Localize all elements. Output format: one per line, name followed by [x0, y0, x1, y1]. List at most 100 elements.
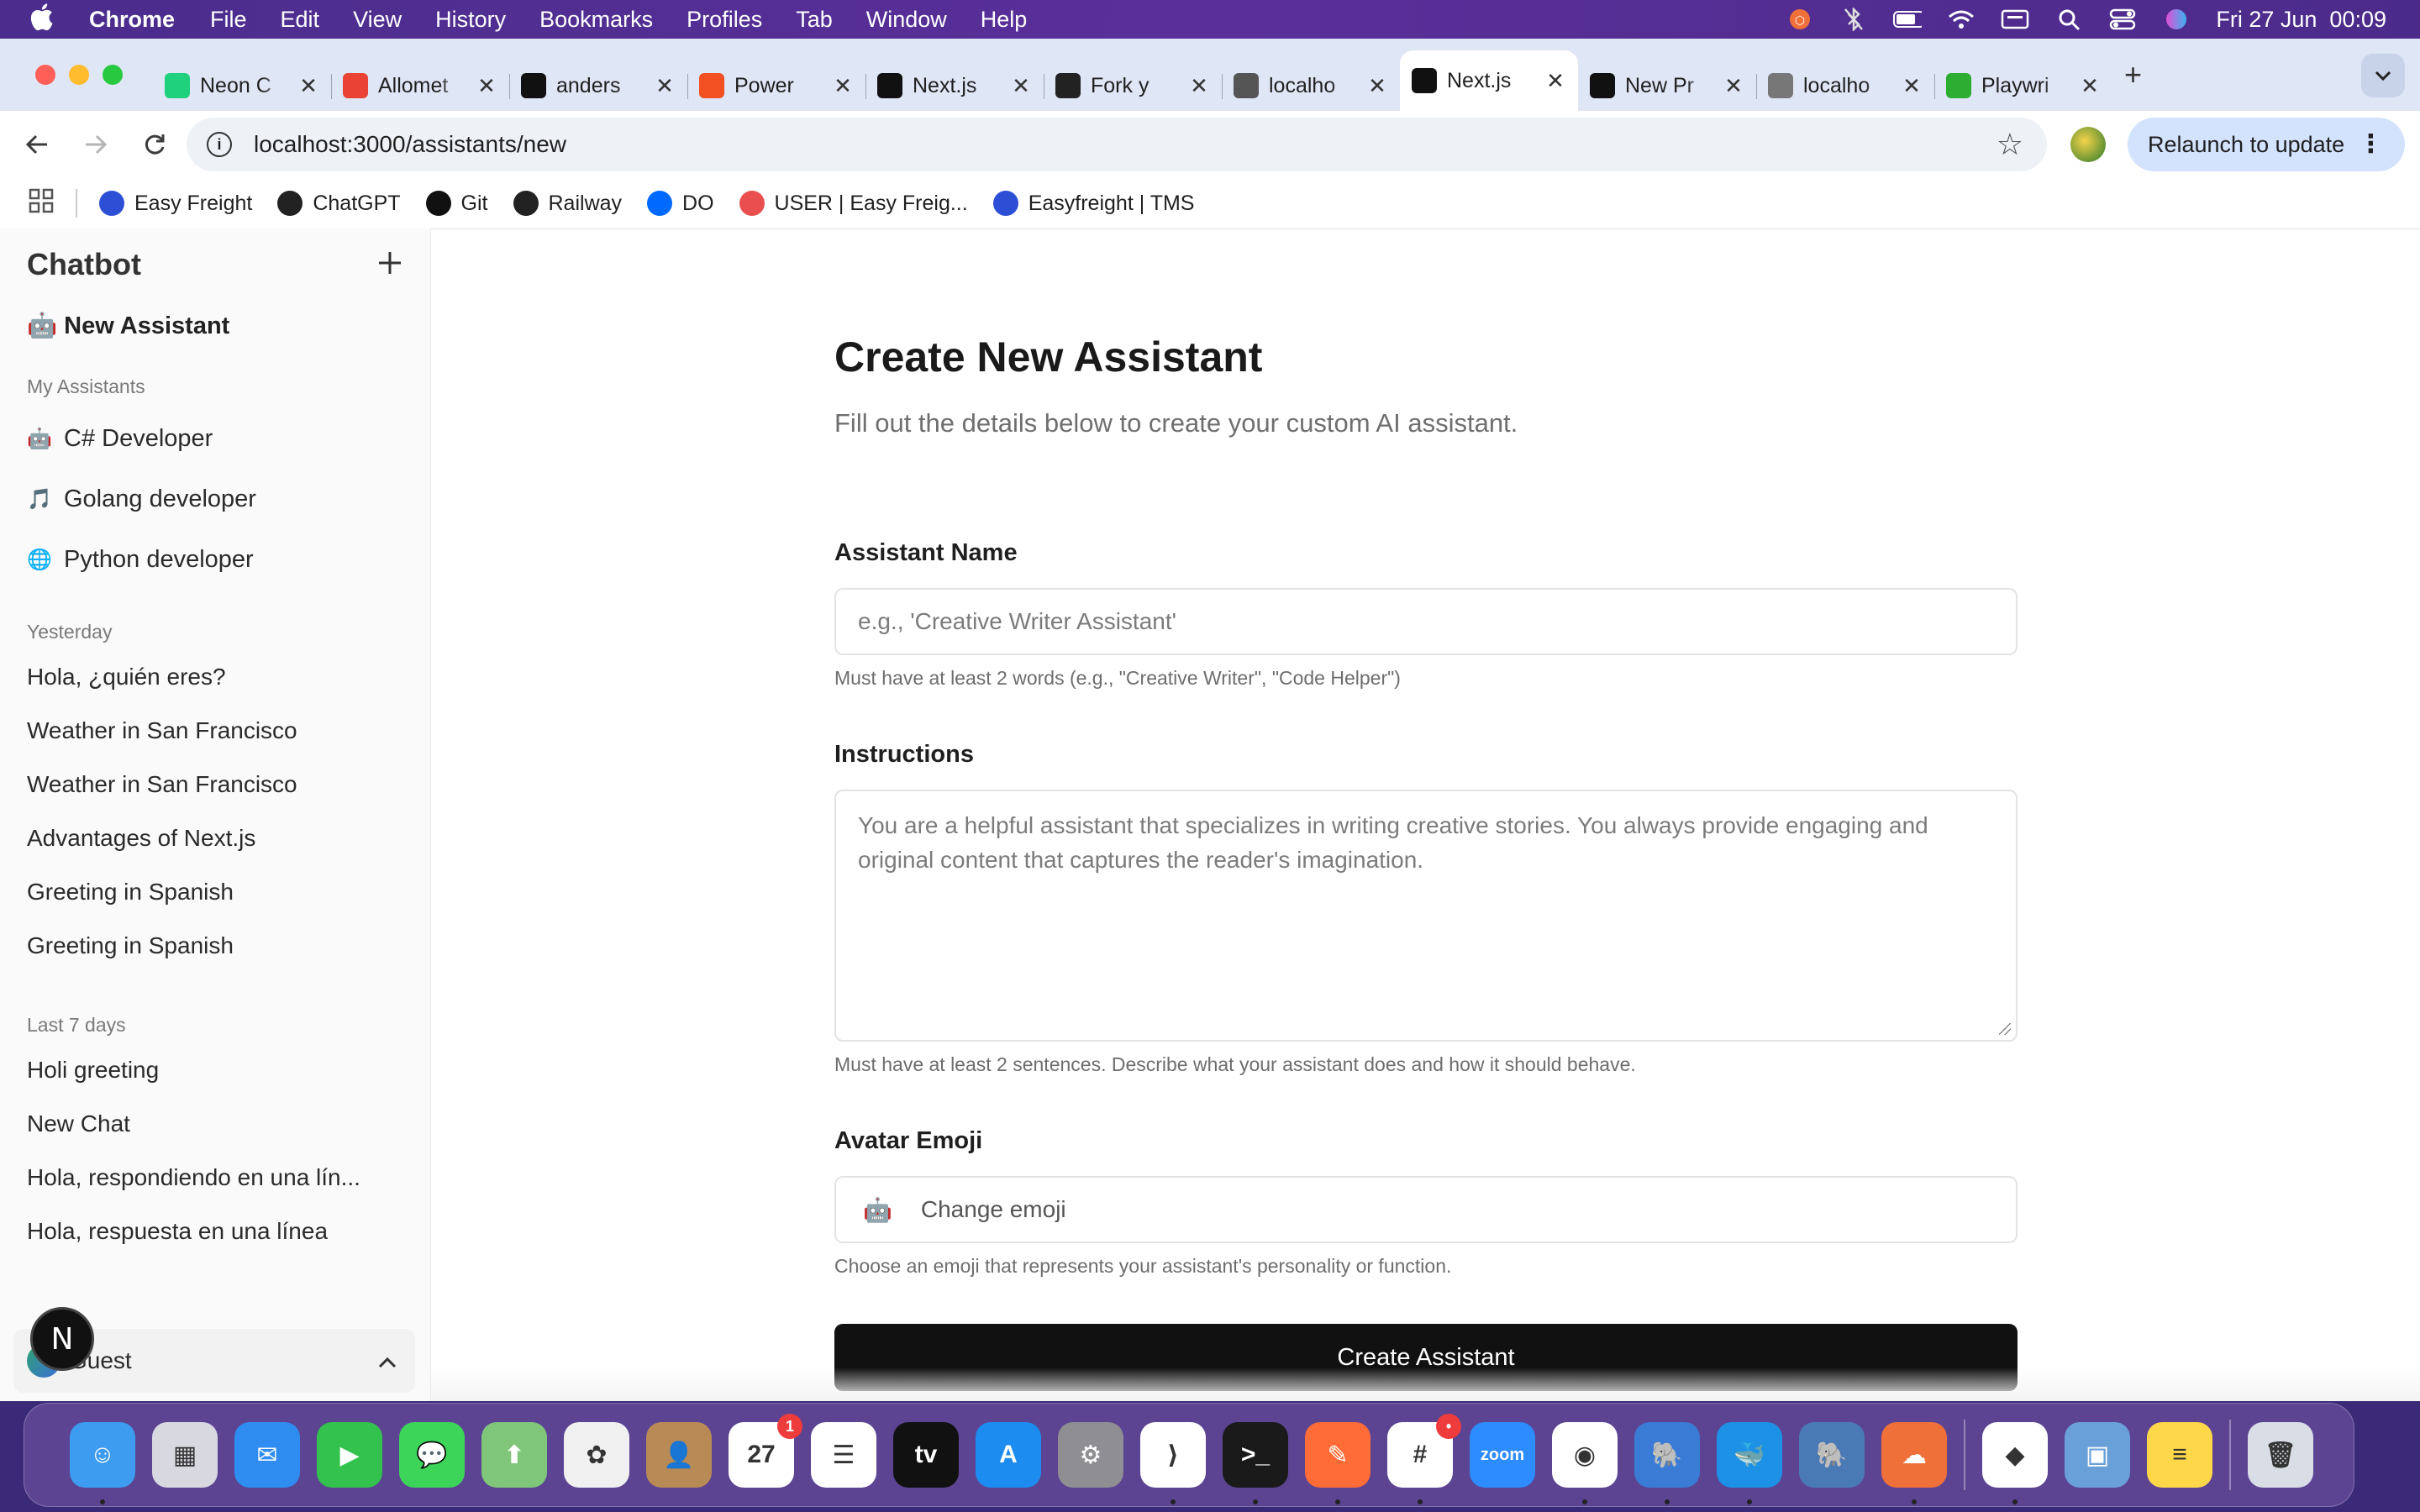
menu-file[interactable]: File — [210, 7, 247, 33]
sidebar-new-assistant-link[interactable]: 🤖 New Assistant — [0, 301, 430, 351]
address-bar[interactable]: i localhost:3000/assistants/new ☆ — [187, 118, 2047, 171]
more-menu-icon[interactable]: ⋮ — [2358, 132, 2383, 157]
back-button[interactable] — [18, 126, 55, 163]
chat-history-item[interactable]: Greeting in Spanish — [0, 865, 430, 919]
zoom-icon[interactable]: zoom — [1470, 1422, 1535, 1488]
facetime-icon[interactable]: ▶ — [317, 1422, 382, 1488]
bookmark-item[interactable]: Git — [425, 191, 488, 216]
trash-icon[interactable]: 🗑 — [2248, 1422, 2313, 1488]
chat-history-item[interactable]: Weather in San Francisco — [0, 704, 430, 758]
url-text[interactable]: localhost:3000/assistants/new — [254, 131, 566, 158]
sidebar-assistant-item[interactable]: 🤖 C# Developer — [0, 408, 430, 469]
tab-search-button[interactable] — [2361, 54, 2405, 97]
app-store-icon[interactable]: A — [976, 1422, 1041, 1488]
browser-tab[interactable]: Next.js ✕ — [865, 60, 1044, 111]
docker-icon[interactable]: 🐳 — [1717, 1422, 1782, 1504]
bookmark-item[interactable]: ChatGPT — [277, 191, 401, 216]
slack-icon[interactable]: # • — [1387, 1414, 1461, 1504]
chat-history-item[interactable]: Hola, respuesta en una línea — [0, 1205, 430, 1258]
resize-handle[interactable] — [1999, 1023, 2011, 1035]
bookmark-item[interactable]: Easy Freight — [99, 191, 252, 216]
launchpad-icon[interactable]: ▦ — [152, 1422, 218, 1488]
relaunch-to-update-button[interactable]: Relaunch to update ⋮ — [2128, 118, 2406, 171]
browser-tab[interactable]: Playwri ✕ — [1934, 60, 2112, 111]
menu-app-name[interactable]: Chrome — [89, 7, 175, 33]
close-tab-icon[interactable]: ✕ — [1366, 73, 1388, 99]
maps-icon[interactable]: ⬆ — [481, 1422, 547, 1488]
new-chat-plus-icon[interactable] — [376, 244, 403, 286]
postman-icon[interactable]: ✎ — [1305, 1422, 1370, 1504]
chat-history-item[interactable]: New Chat — [0, 1097, 430, 1151]
nextjs-dev-indicator-button[interactable]: N — [30, 1307, 94, 1371]
menu-bookmarks[interactable]: Bookmarks — [539, 7, 653, 33]
battery-icon[interactable] — [1893, 8, 1923, 31]
calendar-icon[interactable]: 27 1 — [729, 1414, 802, 1488]
close-tab-icon[interactable]: ✕ — [654, 73, 676, 99]
close-tab-icon[interactable]: ✕ — [1544, 68, 1566, 94]
menu-tab[interactable]: Tab — [796, 7, 833, 33]
chat-history-item[interactable]: Advantages of Next.js — [0, 811, 430, 865]
tableplus-icon[interactable]: 🐘 — [1634, 1422, 1700, 1504]
browser-tab[interactable]: Next.js ✕ — [1400, 50, 1578, 111]
sidebar-assistant-item[interactable]: 🌐 Python developer — [0, 529, 430, 590]
reload-button[interactable] — [136, 126, 173, 163]
zoom-window-button[interactable] — [103, 65, 123, 85]
preview-icon[interactable]: ▣ — [2065, 1422, 2130, 1488]
browser-tab[interactable]: anders ✕ — [509, 60, 687, 111]
finder-icon[interactable]: ☺ — [70, 1422, 135, 1504]
menubar-clock[interactable]: Fri 27 Jun 00:09 — [2216, 7, 2386, 33]
bookmark-item[interactable]: Easyfreight | TMS — [992, 191, 1194, 216]
browser-tab[interactable]: Allomet ✕ — [331, 60, 509, 111]
browser-tab[interactable]: Fork y ✕ — [1044, 60, 1222, 111]
avatar-emoji-picker[interactable]: 🤖 Change emoji — [834, 1176, 2018, 1243]
chat-history-item[interactable]: Holi greeting — [0, 1043, 430, 1097]
assistant-name-input[interactable]: e.g., 'Creative Writer Assistant' — [834, 588, 2018, 655]
chat-history-item[interactable]: Hola, ¿quién eres? — [0, 650, 430, 704]
spotlight-search-icon[interactable] — [2054, 8, 2083, 31]
control-center-icon[interactable] — [2108, 8, 2137, 31]
bookmark-item[interactable]: USER | Easy Freig... — [739, 191, 968, 216]
browser-tab[interactable]: Power ✕ — [687, 60, 865, 111]
sidebar-title[interactable]: Chatbot — [27, 247, 141, 282]
browser-tab[interactable]: Neon C ✕ — [153, 60, 331, 111]
menu-help[interactable]: Help — [981, 7, 1028, 33]
close-tab-icon[interactable]: ✕ — [1188, 73, 1210, 99]
bookmark-item[interactable]: DO — [647, 191, 714, 216]
apple-menu-icon[interactable] — [29, 3, 67, 37]
close-tab-icon[interactable]: ✕ — [476, 73, 497, 99]
sidebar-assistant-item[interactable]: 🎵 Golang developer — [0, 469, 430, 529]
menu-profiles[interactable]: Profiles — [687, 7, 762, 33]
wifi-icon[interactable] — [1947, 8, 1975, 31]
close-window-button[interactable] — [35, 65, 55, 85]
close-tab-icon[interactable]: ✕ — [297, 73, 319, 99]
close-tab-icon[interactable]: ✕ — [1010, 73, 1032, 99]
cube-app-icon[interactable]: ◆ — [1982, 1422, 2048, 1504]
forward-button[interactable] — [77, 126, 114, 163]
menu-edit[interactable]: Edit — [281, 7, 320, 33]
vscode-icon[interactable]: ⟩ — [1140, 1422, 1206, 1504]
close-tab-icon[interactable]: ✕ — [1901, 73, 1923, 99]
contacts-icon[interactable]: 👤 — [646, 1422, 712, 1488]
new-tab-button[interactable]: + — [2124, 57, 2142, 92]
menu-window[interactable]: Window — [866, 7, 947, 33]
cloud-vpn-icon[interactable]: ☁ — [1881, 1422, 1947, 1504]
shield-app-icon[interactable]: ⬡ — [1786, 8, 1814, 31]
siri-icon[interactable] — [2162, 8, 2191, 31]
pgadmin-icon[interactable]: 🐘 — [1799, 1422, 1865, 1488]
notes-icon[interactable]: ≡ — [2147, 1422, 2212, 1488]
browser-tab[interactable]: localho ✕ — [1756, 60, 1934, 111]
reminders-icon[interactable]: ☰ — [811, 1422, 876, 1488]
menu-history[interactable]: History — [435, 7, 506, 33]
site-info-icon[interactable]: i — [207, 132, 232, 157]
instructions-textarea[interactable]: You are a helpful assistant that special… — [834, 790, 2018, 1042]
chrome-icon[interactable]: ◉ — [1552, 1422, 1618, 1504]
profile-avatar[interactable] — [2070, 127, 2106, 162]
chat-history-item[interactable]: Hola, respondiendo en una lín... — [0, 1151, 430, 1205]
mail-icon[interactable]: ✉ — [234, 1422, 300, 1488]
terminal-icon[interactable]: >_ — [1223, 1422, 1288, 1504]
bookmark-item[interactable]: Railway — [513, 191, 622, 216]
close-tab-icon[interactable]: ✕ — [832, 73, 854, 99]
bluetooth-off-icon[interactable] — [1839, 8, 1868, 31]
tv-icon[interactable]: tv — [893, 1422, 959, 1488]
apps-grid-icon[interactable] — [29, 188, 54, 219]
